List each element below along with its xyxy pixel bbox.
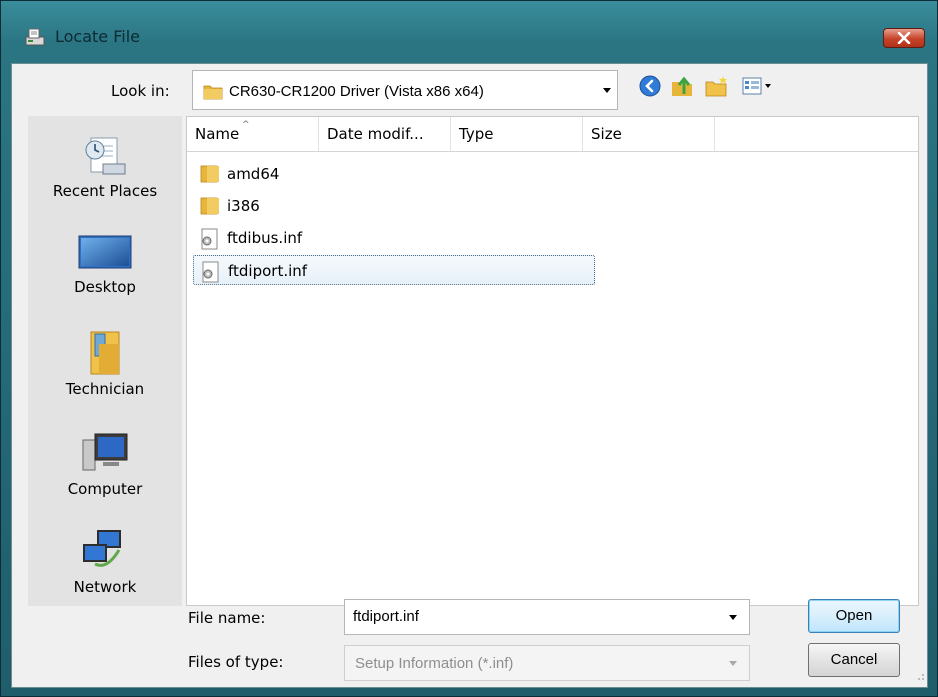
place-label: Recent Places [52,182,158,200]
sort-ascending-icon: ^ [242,120,250,130]
chevron-down-icon[interactable] [729,661,737,666]
dialog-body: Look in: CR630-CR1200 Driver (Vista x86 … [11,63,928,688]
close-button[interactable] [883,28,925,48]
folder-icon [203,82,223,104]
file-name: ftdiport.inf [228,262,308,280]
place-desktop[interactable]: Desktop [28,232,182,296]
recent-places-icon [85,137,126,175]
settings-file-icon [200,261,220,287]
files-of-type-value: Setup Information (*.inf) [355,655,514,672]
back-icon[interactable] [638,74,662,102]
folder-icon [199,196,221,220]
new-folder-icon[interactable] [704,74,730,102]
file-name-input[interactable] [353,608,713,625]
places-bar: Recent Places Desktop Technician Compute… [28,116,182,606]
dialog-title: Locate File [55,27,140,46]
column-header-row: Name ^ Date modif... Type Size [187,117,918,152]
file-name: i386 [227,197,260,215]
folder-icon [199,164,221,188]
place-technician[interactable]: Technician [28,330,182,398]
title-bar[interactable]: Locate File [1,1,937,63]
dialog-app-icon [23,25,47,49]
place-label: Computer [67,480,143,498]
column-header-name[interactable]: Name ^ [187,117,319,151]
file-name: amd64 [227,165,280,183]
file-list-view[interactable]: Name ^ Date modif... Type Size amd64 i38… [186,116,919,606]
chevron-down-icon[interactable] [603,88,611,93]
up-folder-icon[interactable] [670,74,694,102]
look-in-value: CR630-CR1200 Driver (Vista x86 x64) [229,83,484,100]
user-folder-icon [90,331,120,375]
computer-icon [82,433,128,471]
file-name: ftdibus.inf [227,229,303,247]
list-item-selected[interactable]: ftdiport.inf [193,255,595,285]
place-network[interactable]: Network [28,528,182,596]
resize-grip-icon[interactable] [915,667,925,685]
file-name-label: File name: [188,609,266,627]
files-of-type-combobox[interactable]: Setup Information (*.inf) [344,645,750,681]
locate-file-dialog: Locate File Look in: CR630-CR1200 Driver… [0,0,938,697]
chevron-down-icon[interactable] [729,615,737,620]
files-of-type-label: Files of type: [188,653,284,671]
network-icon [83,530,121,567]
file-name-combobox[interactable] [344,599,750,635]
place-label: Network [73,578,137,596]
cancel-button[interactable]: Cancel [808,643,900,677]
column-label: Name [195,125,240,143]
open-button[interactable]: Open [808,599,900,633]
place-label: Desktop [74,278,136,296]
column-header-size[interactable]: Size [583,117,715,151]
column-header-type[interactable]: Type [451,117,583,151]
look-in-label: Look in: [111,82,170,100]
desktop-icon [78,235,132,269]
column-header-date[interactable]: Date modif... [319,117,451,151]
look-in-combobox[interactable]: CR630-CR1200 Driver (Vista x86 x64) [192,70,618,110]
place-computer[interactable]: Computer [28,430,182,498]
views-menu-icon[interactable] [740,74,776,102]
close-icon [897,32,911,44]
place-label: Technician [65,380,145,398]
settings-file-icon [199,228,219,254]
place-recent-places[interactable]: Recent Places [28,134,182,200]
